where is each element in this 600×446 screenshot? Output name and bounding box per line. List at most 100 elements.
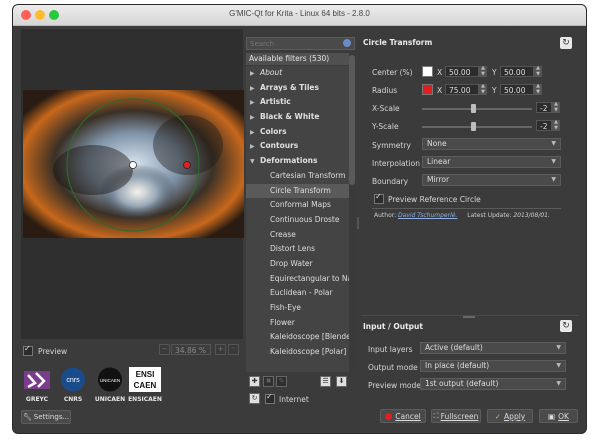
center-color-swatch[interactable] [422,66,433,77]
author-link[interactable]: David Tschumperlé. [398,212,457,219]
chevron-right-icon[interactable]: ▶ [250,126,260,140]
zoom-in-button[interactable]: + [215,344,226,355]
filter-category[interactable]: ▶ About [246,66,349,81]
filter-item-label: Equirectangular to Nad [270,273,349,283]
update-date: 2013/08/01. [513,212,550,219]
add-favorite-icon[interactable]: ✚ [249,376,260,387]
filter-item[interactable]: Flower [246,316,349,331]
filter-category[interactable]: ▼ Deformations [246,154,349,169]
boundary-select[interactable]: Mirror ▼ [422,174,561,186]
radius-color-swatch[interactable] [422,84,433,95]
yscale-stepper[interactable]: ▲ ▼ [552,119,560,131]
radius-x-stepper[interactable]: ▲ ▼ [479,83,487,95]
filter-item[interactable]: Kaleidoscope [Blended [246,330,349,345]
filter-item-label: Circle Transform [270,185,331,195]
svg-text:CAEN: CAEN [134,381,157,390]
preview-reference-checkbox[interactable] [374,192,384,204]
chevron-down-icon: ▼ [551,158,556,165]
filter-item[interactable]: Equirectangular to Nad [246,272,349,287]
center-handle[interactable] [129,161,137,169]
list-view-icon[interactable]: ☰ [320,376,331,387]
filter-item[interactable]: Crease [246,228,349,243]
symmetry-select[interactable]: None ▼ [422,138,561,150]
radius-x-input[interactable]: 75.00 [445,84,479,95]
preview-toggle[interactable]: Preview [23,344,67,356]
input-layers-select[interactable]: Active (default) ▼ [420,342,566,354]
unicaen-logo: UNICAEN [98,367,122,392]
filter-tree[interactable]: ▶ About ▶ Arrays & Tiles ▶ Artistic ▶ Black & W… [246,66,349,372]
filter-item[interactable]: Conformal Maps [246,198,349,213]
filter-item-label: Artistic [260,97,291,107]
panel-splitter[interactable] [463,316,475,318]
settings-button-label: Settings... [33,413,70,421]
app-window: G'MIC-Qt for Krita - Linux 64 bits - 2.8… [13,5,586,433]
output-mode-select[interactable]: In place (default) ▼ [420,360,566,372]
filter-category[interactable]: ▶ Arrays & Tiles [246,81,349,96]
cancel-button[interactable]: Cancel [380,409,426,423]
xscale-slider-handle[interactable] [470,104,476,113]
radius-y-input[interactable]: 50.00 [500,84,534,95]
ok-button[interactable]: ▣ OK [539,409,578,423]
reset-params-icon[interactable]: ↻ [560,37,572,49]
rename-favorite-icon[interactable]: ✎ [276,376,287,387]
interpolation-select[interactable]: Linear ▼ [422,156,561,168]
yscale-input[interactable]: -2 [536,120,552,131]
center-x-input[interactable]: 50.00 [445,66,479,77]
settings-button[interactable]: 🔧︎ Settings... [21,410,71,424]
radius-y-stepper[interactable]: ▲ ▼ [534,83,542,95]
center-x-stepper[interactable]: ▲ ▼ [479,65,487,77]
filter-category[interactable]: ▶ Contours [246,139,349,154]
refresh-filters-icon[interactable]: ↻ [249,393,260,404]
zoom-out-button[interactable]: − [159,344,170,355]
remove-favorite-icon[interactable]: ✖ [263,376,274,387]
xscale-input[interactable]: -2 [536,102,552,113]
filter-item[interactable]: Cartesian Transform [246,169,349,184]
filter-item[interactable]: Fish-Eye [246,301,349,316]
apply-button[interactable]: ✓ Apply [487,409,533,423]
ok-icon: ▣ [548,411,556,421]
preview-mode-select[interactable]: 1st output (default) ▼ [420,378,566,390]
preview-image[interactable] [23,90,244,238]
fullscreen-button[interactable]: ⛶ Fullscreen [431,409,481,423]
symmetry-label: Symmetry [372,141,411,150]
scrollbar-thumb[interactable] [349,55,355,185]
chevron-down-icon[interactable]: ▼ [250,155,260,169]
preview-checkbox[interactable] [23,344,33,356]
yscale-slider-handle[interactable] [470,122,476,131]
reset-io-icon[interactable]: ↻ [560,320,572,332]
filter-item[interactable]: Circle Transform [246,183,349,199]
chevron-right-icon[interactable]: ▶ [250,67,260,81]
filter-scrollbar[interactable] [349,53,355,372]
greyc-label: GREYC [25,396,49,403]
filter-item[interactable]: Kaleidoscope [Polar] [246,345,349,360]
download-icon[interactable]: ⬇ [336,376,347,387]
chevron-right-icon[interactable]: ▶ [250,111,260,125]
filter-category[interactable]: ▶ Colors [246,125,349,140]
search-input[interactable] [247,38,347,49]
xscale-stepper[interactable]: ▲ ▼ [552,101,560,113]
filter-item[interactable]: Continuous Droste [246,213,349,228]
radius-handle[interactable] [183,161,191,169]
chevron-right-icon[interactable]: ▶ [250,82,260,96]
zoom-field[interactable]: 34.86 % [171,344,211,355]
filter-item[interactable]: Euclidean - Polar [246,286,349,301]
preview-reference-toggle[interactable]: Preview Reference Circle [374,192,481,204]
filter-category[interactable]: ▶ Black & White [246,110,349,125]
internet-toggle[interactable]: Internet [265,392,309,404]
xscale-slider[interactable] [422,108,532,110]
filter-item[interactable]: Drop Water [246,257,349,272]
yscale-label: Y-Scale [372,122,399,131]
filter-category[interactable]: ▶ Artistic [246,95,349,110]
chevron-right-icon[interactable]: ▶ [250,96,260,110]
chevron-right-icon[interactable]: ▶ [250,140,260,154]
center-y-label: Y [492,68,497,77]
yscale-slider[interactable] [422,126,532,128]
center-y-input[interactable]: 50.00 [500,66,534,77]
splitter-handle[interactable] [357,217,359,229]
zoom-reset-button[interactable]: ◦ [228,344,239,355]
search-box[interactable] [246,37,355,50]
center-y-stepper[interactable]: ▲ ▼ [534,65,542,77]
internet-checkbox[interactable] [265,392,275,404]
filter-item[interactable]: Distort Lens [246,242,349,257]
input-layers-label: Input layers [368,345,413,354]
